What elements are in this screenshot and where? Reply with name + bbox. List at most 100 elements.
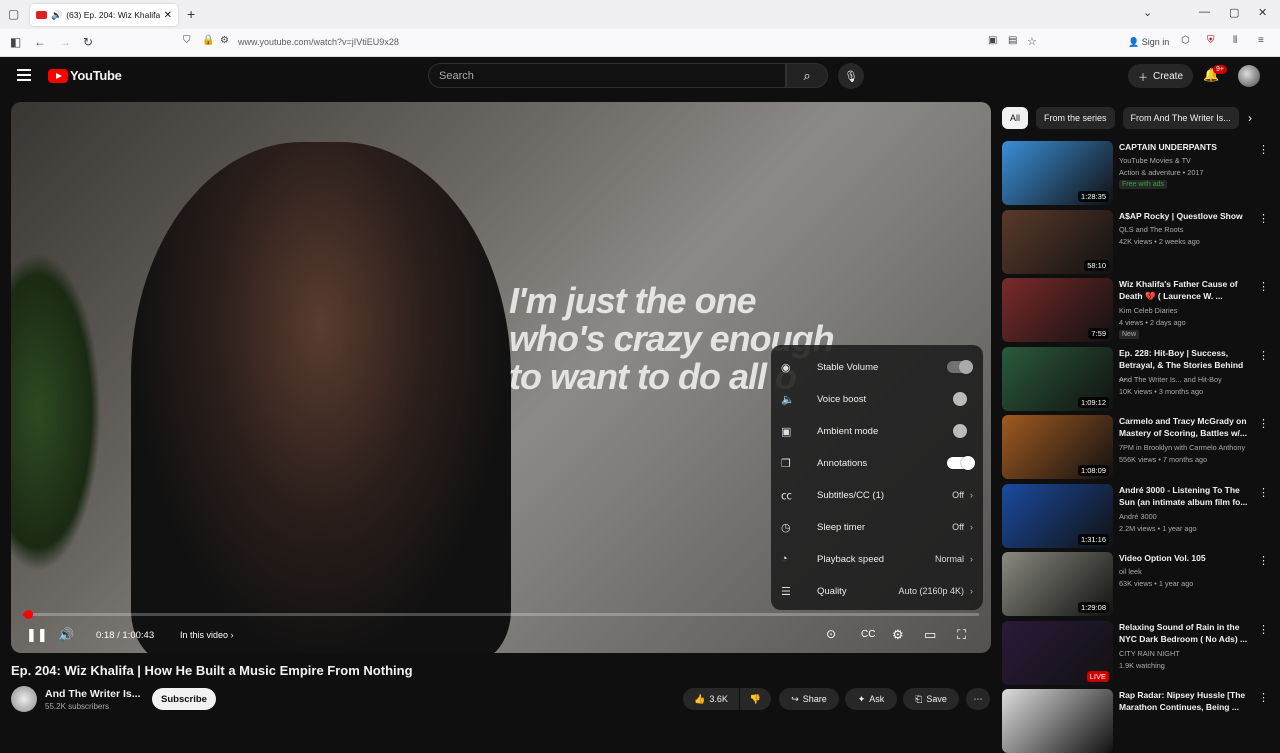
picture-icon[interactable]: ▣ bbox=[988, 35, 997, 46]
forward-icon[interactable]: → bbox=[59, 35, 71, 49]
volume-icon[interactable]: 🔊 bbox=[58, 627, 74, 643]
ask-button[interactable]: ✦ Ask bbox=[845, 688, 897, 710]
settings-row-ambient-mode[interactable]: ▣ Ambient mode bbox=[771, 415, 983, 447]
youtube-logo[interactable]: YouTube bbox=[48, 68, 122, 83]
voice-search-button[interactable]: 🎙 bbox=[838, 63, 864, 89]
video-thumbnail[interactable]: 1:09:12 bbox=[1002, 346, 1113, 411]
rec-channel[interactable]: André 3000 bbox=[1119, 511, 1157, 522]
rec-channel[interactable]: Kim Celeb Diaries bbox=[1119, 305, 1177, 316]
rec-title[interactable]: CAPTAIN UNDERPANTS bbox=[1119, 141, 1249, 153]
recommendation-item[interactable]: LIVE Relaxing Sound of Rain in the NYC Da… bbox=[1002, 620, 1272, 685]
share-button[interactable]: ↪ Share bbox=[779, 688, 839, 710]
toggle-switch[interactable] bbox=[947, 424, 973, 438]
chip-from-series[interactable]: From the series bbox=[1036, 107, 1115, 129]
bookmark-star-icon[interactable]: ☆ bbox=[1027, 35, 1037, 48]
video-thumbnail[interactable]: 1:29:08 bbox=[1002, 552, 1113, 616]
dislike-button[interactable]: 👎 bbox=[740, 688, 771, 710]
more-vert-icon[interactable]: ⋮ bbox=[1258, 280, 1269, 293]
settings-row-sleep-timer[interactable]: ◷ Sleep timer Off › bbox=[771, 511, 983, 543]
settings-row-stable-volume[interactable]: ◉ Stable Volume bbox=[771, 351, 983, 383]
rec-channel[interactable]: And The Writer Is... and Hit-Boy bbox=[1119, 374, 1222, 385]
ublock-icon[interactable]: ⛨ bbox=[1207, 35, 1215, 46]
recommendation-item[interactable]: 1:08:09 Carmelo and Tracy McGrady on Mast… bbox=[1002, 415, 1272, 479]
sign-in-button[interactable]: 👤 Sign in bbox=[1128, 37, 1169, 48]
menu-icon[interactable]: ≡ bbox=[1258, 35, 1264, 46]
shield-icon[interactable]: ⛉ bbox=[183, 35, 191, 46]
rec-title[interactable]: Wiz Khalifa's Father Cause of Death 💔 ( … bbox=[1119, 278, 1249, 302]
video-thumbnail[interactable]: 7:59 bbox=[1002, 278, 1113, 342]
video-thumbnail[interactable]: 1:28:35 bbox=[1002, 141, 1113, 205]
video-thumbnail[interactable]: 1:08:09 bbox=[1002, 415, 1113, 479]
settings-row-subtitles-cc-1[interactable]: ㏄ Subtitles/CC (1) Off › bbox=[771, 479, 983, 511]
video-player[interactable]: I'm just the one who's crazy enough to w… bbox=[11, 102, 991, 653]
more-vert-icon[interactable]: ⋮ bbox=[1258, 143, 1269, 156]
settings-row-voice-boost[interactable]: 🔈 Voice boost bbox=[771, 383, 983, 415]
more-vert-icon[interactable]: ⋮ bbox=[1258, 554, 1269, 567]
more-vert-icon[interactable]: ⋮ bbox=[1258, 349, 1269, 362]
chip-from-channel[interactable]: From And The Writer Is... bbox=[1122, 107, 1239, 129]
video-thumbnail[interactable]: 58:10 bbox=[1002, 209, 1113, 274]
save-button[interactable]: ⎗ Save bbox=[903, 688, 959, 710]
reader-icon[interactable]: ▤ bbox=[1008, 35, 1017, 46]
captions-icon[interactable]: CC bbox=[861, 629, 875, 640]
rec-title[interactable]: Relaxing Sound of Rain in the NYC Dark B… bbox=[1119, 621, 1249, 645]
rec-channel[interactable]: oil leek bbox=[1119, 566, 1142, 577]
progress-scrubber[interactable] bbox=[23, 610, 33, 619]
extensions-icon[interactable]: ⬡ bbox=[1181, 35, 1190, 46]
more-vert-icon[interactable]: ⋮ bbox=[1258, 417, 1269, 430]
chips-next-icon[interactable]: › bbox=[1248, 111, 1252, 125]
sidebar-icon[interactable]: ◧ bbox=[10, 35, 21, 49]
settings-gear-icon[interactable]: ⚙ bbox=[892, 627, 904, 643]
recommendation-item[interactable]: 1:09:12 Ep. 228: Hit-Boy | Success, Betra… bbox=[1002, 346, 1272, 411]
toggle-switch[interactable] bbox=[947, 392, 973, 406]
close-window-icon[interactable]: ✕ bbox=[1258, 6, 1267, 19]
close-tab-icon[interactable]: ✕ bbox=[164, 10, 172, 21]
hamburger-menu-icon[interactable] bbox=[17, 69, 31, 81]
library-icon[interactable]: ⫴ bbox=[1233, 35, 1237, 46]
pause-button[interactable]: ❚❚ bbox=[26, 627, 48, 643]
video-thumbnail[interactable] bbox=[1002, 689, 1113, 753]
channel-name[interactable]: And The Writer Is... bbox=[45, 688, 140, 700]
create-button[interactable]: ＋ Create bbox=[1128, 64, 1194, 88]
permissions-icon[interactable]: ⚙ bbox=[220, 35, 229, 46]
maximize-icon[interactable]: ▢ bbox=[1229, 6, 1239, 19]
rec-title[interactable]: André 3000 - Listening To The Sun (an in… bbox=[1119, 484, 1249, 508]
channel-avatar[interactable] bbox=[11, 686, 37, 712]
browser-tab[interactable]: 🔊 (63) Ep. 204: Wiz Khalifa | H ✕ bbox=[30, 4, 178, 26]
toggle-switch[interactable] bbox=[947, 360, 973, 374]
tab-overflow-icon[interactable]: ⌄ bbox=[1143, 6, 1152, 19]
back-icon[interactable]: ← bbox=[34, 35, 46, 49]
toggle-switch[interactable] bbox=[947, 456, 975, 470]
like-button[interactable]: 👍 3.6K bbox=[683, 688, 739, 710]
reload-icon[interactable]: ↻ bbox=[83, 35, 93, 49]
rec-channel[interactable]: CITY RAIN NIGHT bbox=[1119, 648, 1180, 659]
rec-channel[interactable]: QLS and The Roots bbox=[1119, 224, 1183, 235]
recommendation-item[interactable]: 1:31:16 André 3000 - Listening To The Sun… bbox=[1002, 483, 1272, 548]
recommendation-item[interactable]: Rap Radar: Nipsey Hussle [The Marathon C… bbox=[1002, 689, 1272, 753]
more-vert-icon[interactable]: ⋮ bbox=[1258, 623, 1269, 636]
subscribe-button[interactable]: Subscribe bbox=[152, 688, 216, 710]
rec-title[interactable]: Video Option Vol. 105 bbox=[1119, 552, 1249, 564]
search-button[interactable]: ⌕ bbox=[786, 63, 828, 88]
search-input[interactable]: Search bbox=[428, 63, 786, 88]
recommendation-item[interactable]: 58:10 A$AP Rocky | Questlove Show QLS and … bbox=[1002, 209, 1272, 274]
more-vert-icon[interactable]: ⋮ bbox=[1258, 486, 1269, 499]
account-avatar[interactable] bbox=[1238, 65, 1260, 87]
rec-title[interactable]: Rap Radar: Nipsey Hussle [The Marathon C… bbox=[1119, 689, 1249, 713]
tab-list-icon[interactable]: ▢ bbox=[8, 7, 19, 21]
progress-bar[interactable] bbox=[23, 610, 979, 619]
fullscreen-icon[interactable]: ⛶ bbox=[957, 627, 966, 643]
recommendation-item[interactable]: 1:28:35 CAPTAIN UNDERPANTS YouTube Movies … bbox=[1002, 141, 1272, 205]
autoplay-toggle-icon[interactable]: ⊙ bbox=[826, 627, 836, 641]
more-vert-icon[interactable]: ⋮ bbox=[1258, 212, 1269, 225]
settings-row-quality[interactable]: ☰ Quality Auto (2160p 4K) › bbox=[771, 575, 983, 607]
video-thumbnail[interactable]: 1:31:16 bbox=[1002, 483, 1113, 548]
recommendation-item[interactable]: 1:29:08 Video Option Vol. 105 oil leek 63K … bbox=[1002, 552, 1272, 616]
chip-all[interactable]: All bbox=[1002, 107, 1029, 129]
more-vert-icon[interactable]: ⋮ bbox=[1258, 691, 1269, 704]
new-tab-icon[interactable]: + bbox=[187, 6, 195, 22]
recommendation-item[interactable]: 7:59 Wiz Khalifa's Father Cause of Death … bbox=[1002, 278, 1272, 342]
more-actions-button[interactable]: ⋯ bbox=[966, 688, 990, 710]
rec-channel[interactable]: 7PM in Brooklyn with Carmelo Anthony bbox=[1119, 442, 1245, 453]
rec-channel[interactable]: YouTube Movies & TV bbox=[1119, 155, 1191, 166]
